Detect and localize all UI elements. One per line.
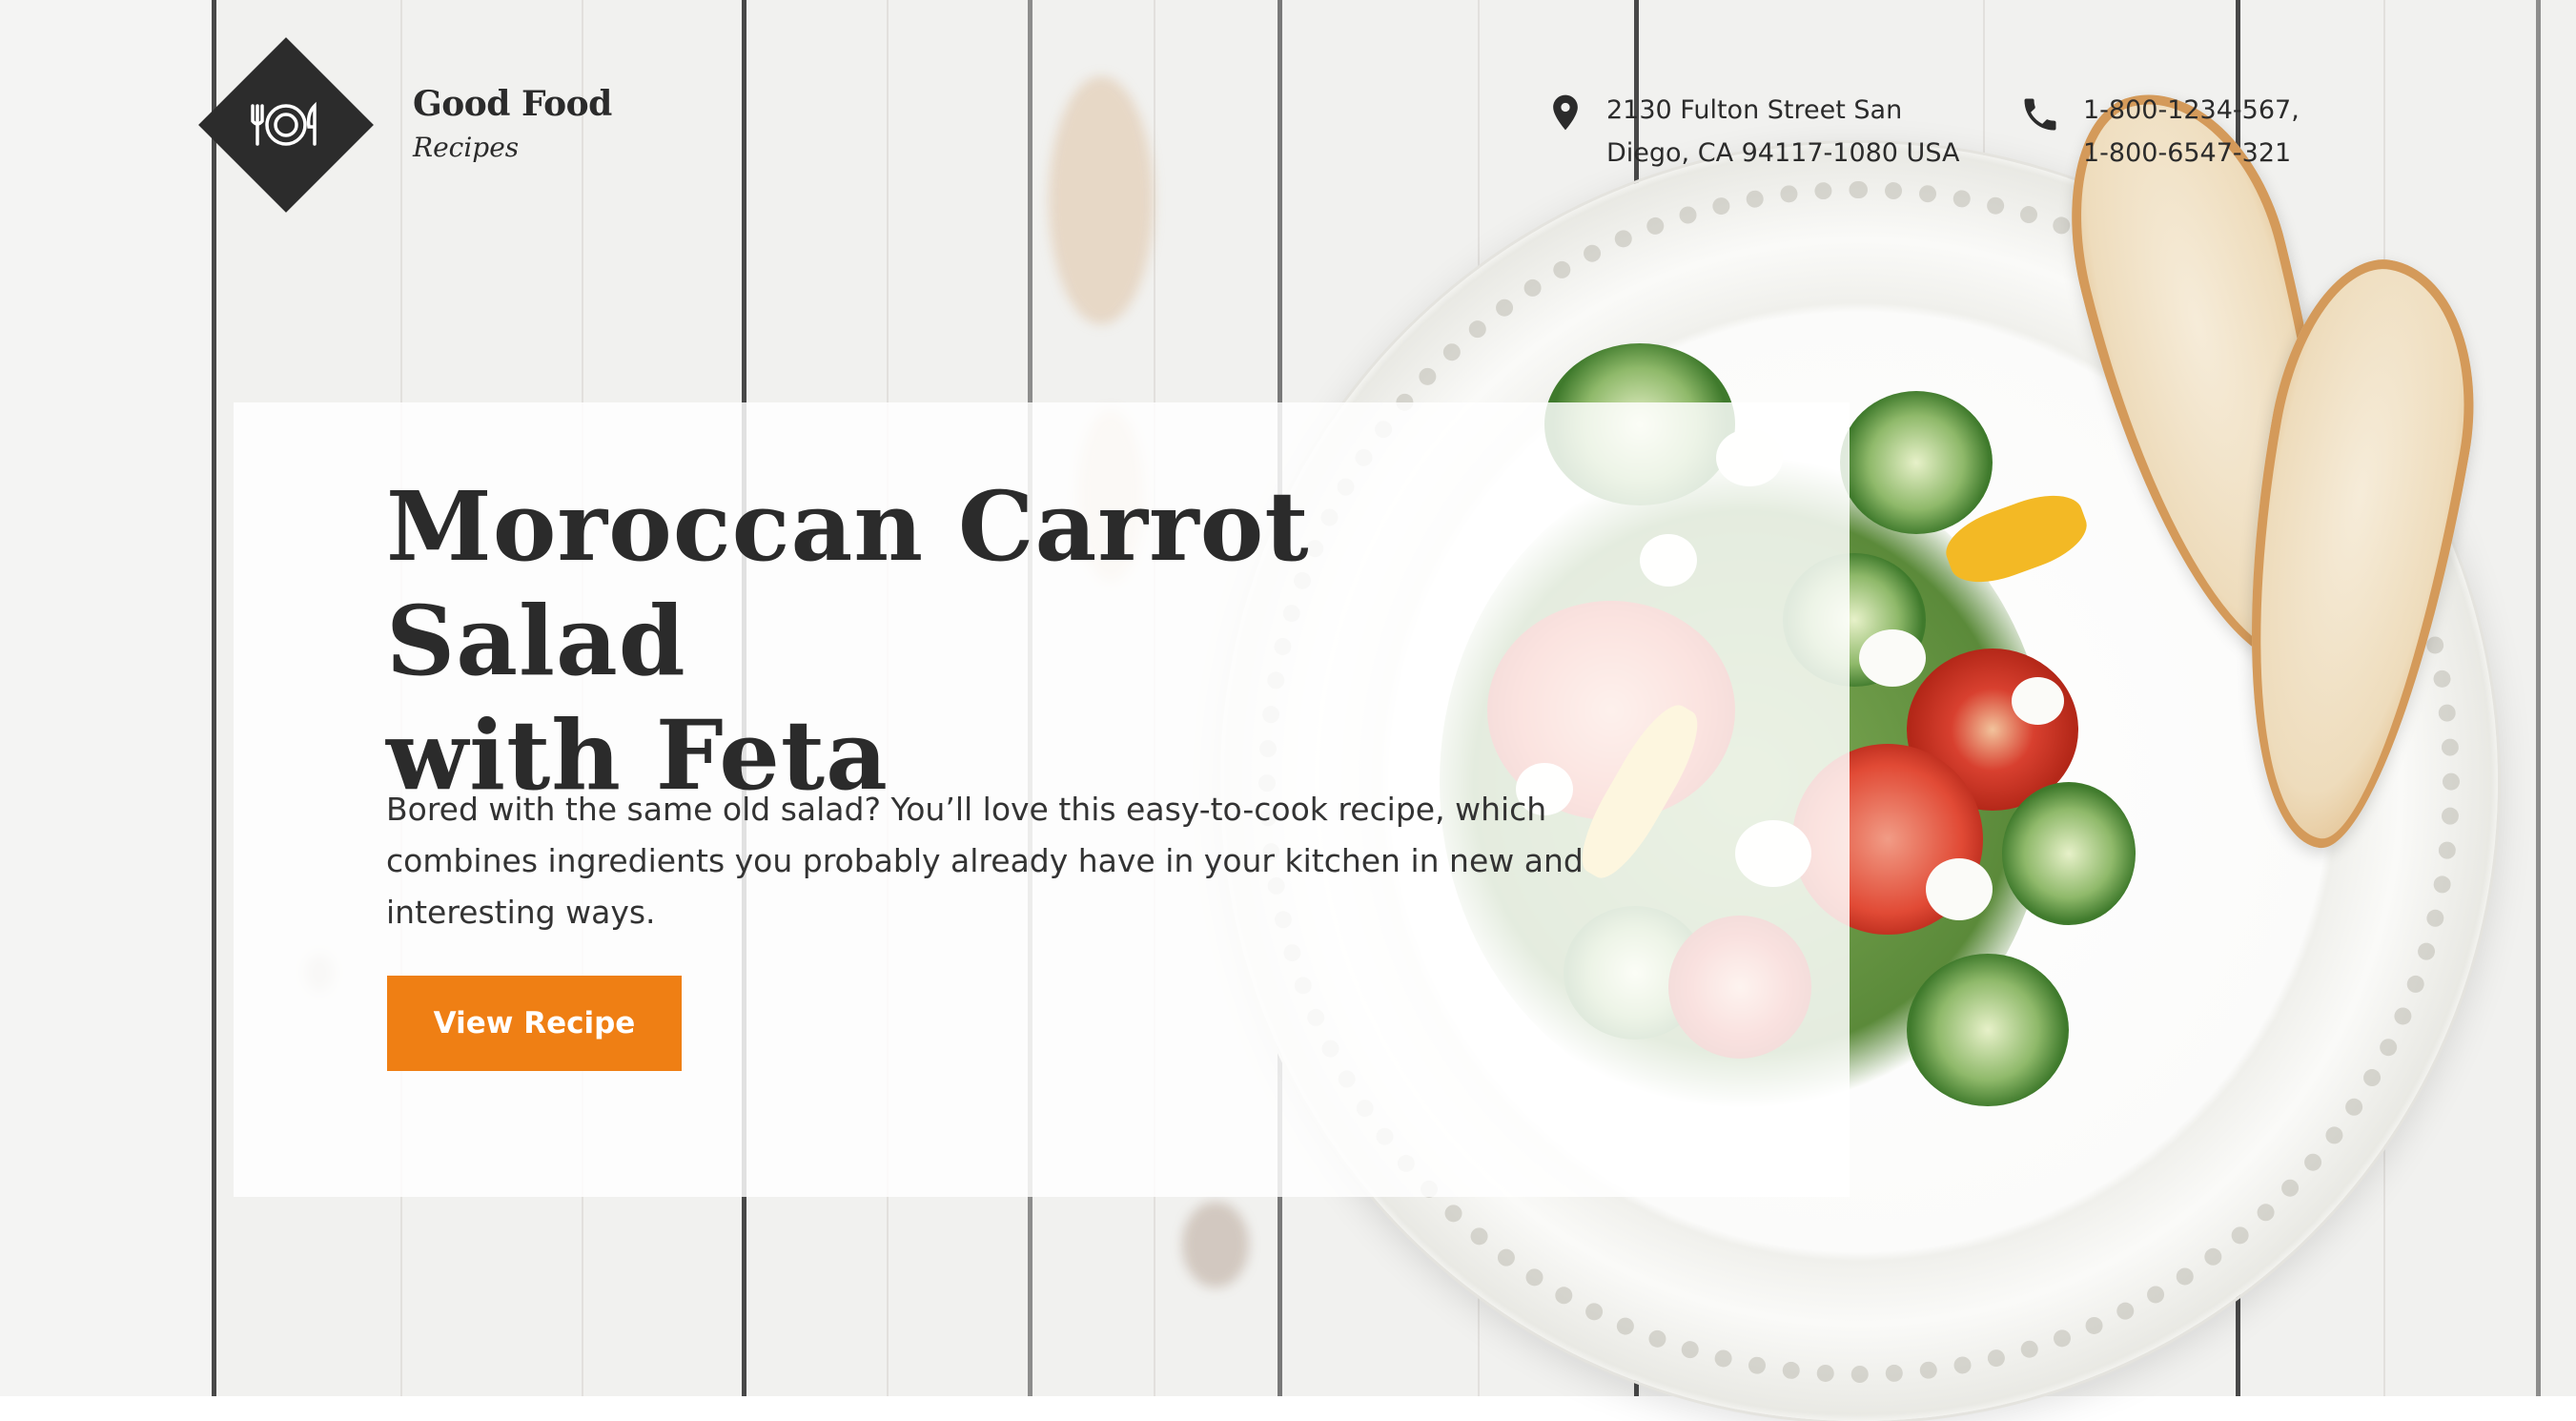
plank-gap [212,0,216,1396]
phone-block: 1-800-1234-567, 1-800-6547-321 [2083,89,2300,175]
brand-name[interactable]: Good Food [413,84,612,124]
brand-subtitle: Recipes [413,132,520,163]
map-pin-icon [1544,92,1586,134]
address-line-1: 2130 Fulton Street San [1606,95,1903,125]
plank-gap [2536,0,2541,1396]
hero-title-line-1: Moroccan Carrot Salad [386,470,1310,697]
address-block: 2130 Fulton Street San Diego, CA 94117-1… [1606,89,1959,175]
phone-number-2[interactable]: 1-800-6547-321 [2083,132,2300,175]
address-line-2: Diego, CA 94117-1080 USA [1606,138,1960,168]
phone-icon [2019,93,2061,135]
plate-fork-knife-icon [238,77,334,173]
hero-title: Moroccan Carrot Salad with Feta [386,469,1625,813]
phone-number-1[interactable]: 1-800-1234-567, [2083,89,2300,132]
view-recipe-button[interactable]: View Recipe [387,976,682,1071]
hero-description: Bored with the same old salad? You’ll lo… [386,791,1584,931]
